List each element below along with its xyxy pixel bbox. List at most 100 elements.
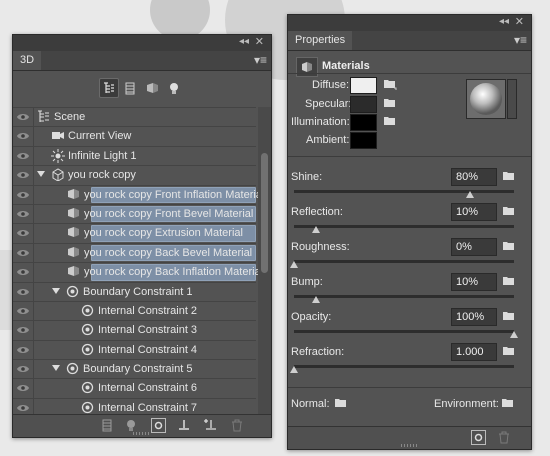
visibility-eye-icon[interactable] xyxy=(13,360,34,379)
layer-row[interactable]: Internal Constraint 3 xyxy=(13,320,256,340)
slider-value-field[interactable]: 10% xyxy=(451,273,497,291)
folder-icon[interactable] xyxy=(383,78,397,90)
layer-row[interactable]: you rock copy Front Bevel Material xyxy=(13,203,256,224)
panel-header-strip[interactable]: ◂◂ ✕ xyxy=(288,15,531,31)
trash-icon[interactable] xyxy=(231,419,245,433)
collapse-icon[interactable]: ◂◂ xyxy=(499,16,509,27)
slider-value-field[interactable]: 1.000 xyxy=(451,343,497,361)
visibility-eye-icon[interactable] xyxy=(13,379,34,398)
layer-row[interactable]: you rock copy Front Inflation Material xyxy=(13,184,264,204)
expand-arrow-icon[interactable] xyxy=(52,365,60,372)
folder-icon[interactable] xyxy=(383,97,397,109)
tab-3d[interactable]: 3D xyxy=(13,51,42,70)
texture-folder-icon[interactable] xyxy=(502,275,516,287)
layer-row[interactable]: Scene xyxy=(13,107,256,127)
visibility-eye-icon[interactable] xyxy=(13,340,34,360)
close-icon[interactable]: ✕ xyxy=(515,15,524,28)
slider-label: Bump: xyxy=(291,276,323,288)
slider-track[interactable] xyxy=(294,365,514,368)
layer-row[interactable]: Boundary Constraint 1 xyxy=(13,281,256,301)
slider-track[interactable] xyxy=(294,295,514,298)
scrollbar-thumb[interactable] xyxy=(261,153,268,273)
close-icon[interactable]: ✕ xyxy=(255,35,264,48)
panel-header-strip[interactable]: ◂◂ ✕ xyxy=(13,35,271,51)
visibility-eye-icon[interactable] xyxy=(13,108,34,127)
trash-icon[interactable] xyxy=(498,431,512,445)
layer-row[interactable]: Internal Constraint 4 xyxy=(13,339,256,360)
texture-folder-icon[interactable] xyxy=(502,345,516,357)
visibility-eye-icon[interactable] xyxy=(13,204,34,224)
material-picker-dropdown[interactable] xyxy=(507,79,517,119)
visibility-eye-icon[interactable] xyxy=(13,166,34,185)
slider-track[interactable] xyxy=(294,225,514,228)
texture-folder-icon[interactable] xyxy=(502,240,516,252)
mesh-filter-icon[interactable] xyxy=(121,79,139,97)
layer-row[interactable]: you rock copy Back Inflation Material xyxy=(13,262,263,282)
ambient-swatch[interactable] xyxy=(350,132,377,149)
specular-label: Specular: xyxy=(305,98,352,110)
panel-menu-icon[interactable]: ▾≡ xyxy=(254,53,267,67)
add-light-icon[interactable] xyxy=(203,419,217,433)
slider-value-field[interactable]: 100% xyxy=(451,308,497,326)
resize-grip[interactable] xyxy=(400,444,419,447)
slider-thumb[interactable] xyxy=(290,366,298,373)
layer-row[interactable]: Internal Constraint 2 xyxy=(13,300,256,321)
slider-thumb[interactable] xyxy=(466,191,474,198)
specular-swatch[interactable] xyxy=(350,96,377,113)
slider-value-field[interactable]: 10% xyxy=(451,203,497,221)
slider-value-field[interactable]: 0% xyxy=(451,238,497,256)
visibility-eye-icon[interactable] xyxy=(13,224,34,243)
normal-folder-icon[interactable] xyxy=(334,397,348,409)
scene-filter-icon[interactable] xyxy=(99,78,119,98)
visibility-eye-icon[interactable] xyxy=(13,263,34,282)
texture-folder-icon[interactable] xyxy=(502,310,516,322)
slider-track[interactable] xyxy=(294,330,514,333)
visibility-eye-icon[interactable] xyxy=(13,185,34,204)
layer-row[interactable]: Infinite Light 1 xyxy=(13,145,256,166)
light-new-icon[interactable] xyxy=(125,419,139,433)
diffuse-swatch[interactable] xyxy=(350,77,377,94)
expand-arrow-icon[interactable] xyxy=(52,287,60,294)
material-filter-icon[interactable] xyxy=(143,79,161,97)
texture-folder-icon[interactable] xyxy=(502,205,516,217)
layer-label: you rock copy Back Inflation Material xyxy=(84,266,264,279)
layer-row[interactable]: you rock copy xyxy=(13,165,256,185)
visibility-eye-icon[interactable] xyxy=(13,321,34,340)
render-icon[interactable] xyxy=(151,418,166,433)
folder-icon[interactable] xyxy=(383,115,397,127)
render-icon[interactable] xyxy=(471,430,486,445)
slider-thumb[interactable] xyxy=(510,331,518,338)
slider-value-field[interactable]: 80% xyxy=(451,168,497,186)
slider-thumb[interactable] xyxy=(312,226,320,233)
layer-label: Infinite Light 1 xyxy=(68,149,137,162)
visibility-eye-icon[interactable] xyxy=(13,282,34,301)
layer-row[interactable]: Internal Constraint 6 xyxy=(13,378,256,398)
layer-row[interactable]: you rock copy Extrusion Material xyxy=(13,223,256,243)
material-preview[interactable] xyxy=(466,79,506,119)
visibility-eye-icon[interactable] xyxy=(13,146,34,166)
environment-folder-icon[interactable] xyxy=(501,397,515,409)
constraint-icon xyxy=(81,343,95,357)
slider-track[interactable] xyxy=(294,190,514,193)
illumination-swatch[interactable] xyxy=(350,114,377,131)
visibility-eye-icon[interactable] xyxy=(13,301,34,321)
tab-properties[interactable]: Properties xyxy=(288,31,353,50)
resize-grip[interactable] xyxy=(133,432,151,435)
layer-row[interactable]: you rock copy Back Bevel Material xyxy=(13,242,256,263)
panel-menu-icon[interactable]: ▾≡ xyxy=(514,33,527,47)
slider-thumb[interactable] xyxy=(312,296,320,303)
slider-label: Refraction: xyxy=(291,346,345,358)
layer-row[interactable]: Current View xyxy=(13,126,256,146)
collapse-icon[interactable]: ◂◂ xyxy=(239,36,249,47)
expand-arrow-icon[interactable] xyxy=(37,171,45,178)
layer-row[interactable]: Boundary Constraint 5 xyxy=(13,359,256,379)
visibility-eye-icon[interactable] xyxy=(13,243,34,263)
slider-track[interactable] xyxy=(294,260,514,263)
slider-thumb[interactable] xyxy=(290,261,298,268)
ground-icon[interactable] xyxy=(177,419,191,433)
light-filter-icon[interactable] xyxy=(165,79,183,97)
3d-panel: ◂◂ ✕ 3D ▾≡ Scene Current View Infinite Lig… xyxy=(12,34,272,438)
texture-folder-icon[interactable] xyxy=(502,170,516,182)
mesh-new-icon[interactable] xyxy=(101,419,115,433)
visibility-eye-icon[interactable] xyxy=(13,127,34,146)
